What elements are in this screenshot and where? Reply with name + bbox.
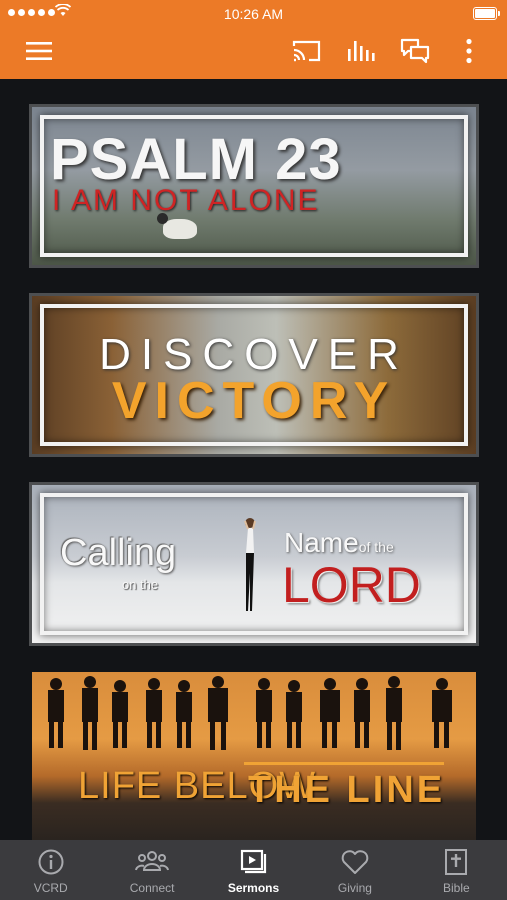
tab-label: Giving: [337, 881, 372, 895]
soldiers-silhouette-image: [48, 676, 452, 750]
tab-label: Bible: [442, 881, 470, 895]
app-header: 10:26 AM: [0, 0, 507, 79]
sermon-card-calling-on-the-name[interactable]: Calling on the Nameof the LORD: [32, 485, 476, 643]
sermon-subtitle: THE LINE: [248, 769, 446, 811]
sermon-card-psalm-23[interactable]: PSALM 23 I AM NOT ALONE: [32, 107, 476, 265]
hamburger-menu-icon[interactable]: [22, 34, 56, 68]
bottom-tab-bar: VCRD Connect Sermons Giving Bible: [0, 840, 507, 900]
status-time: 10:26 AM: [223, 6, 284, 22]
tab-giving[interactable]: Giving: [304, 840, 405, 900]
tab-label: VCRD: [33, 881, 68, 895]
title-word-name: Name: [284, 527, 359, 558]
chat-bubbles-icon[interactable]: [398, 34, 432, 68]
tab-vcrd[interactable]: VCRD: [0, 840, 101, 900]
tab-sermons[interactable]: Sermons: [203, 840, 304, 900]
tab-connect[interactable]: Connect: [101, 840, 202, 900]
sermon-title-connector: on the: [122, 577, 159, 592]
sermon-title-lord: LORD: [282, 557, 421, 613]
audio-bars-icon[interactable]: [344, 34, 378, 68]
sermon-subtitle: VICTORY: [111, 372, 397, 430]
sermon-title-name: Nameof the: [284, 527, 394, 559]
sermon-card-life-below-the-line[interactable]: LIFE BELOW THE LINE: [32, 672, 476, 840]
heart-icon: [341, 850, 369, 874]
sermon-title: Calling: [60, 532, 177, 574]
tab-bible[interactable]: Bible: [406, 840, 507, 900]
tab-label: Connect: [129, 881, 175, 895]
more-vertical-icon[interactable]: [452, 34, 486, 68]
book-cross-icon: [445, 849, 468, 875]
people-group-icon: [135, 851, 170, 871]
battery-icon: [473, 7, 500, 20]
tab-label: Sermons: [227, 881, 280, 895]
cast-icon[interactable]: [290, 34, 324, 68]
sermon-subtitle: I AM NOT ALONE: [52, 184, 320, 217]
video-play-icon: [240, 849, 266, 874]
woman-figure-image: [244, 518, 256, 611]
status-bar: 10:26 AM: [0, 0, 507, 28]
title-word-of-the: of the: [358, 539, 394, 555]
info-circle-icon: [38, 849, 64, 875]
sermon-title: PSALM 23: [50, 127, 342, 192]
sermon-card-discover-victory[interactable]: DISCOVER VICTORY: [32, 296, 476, 454]
